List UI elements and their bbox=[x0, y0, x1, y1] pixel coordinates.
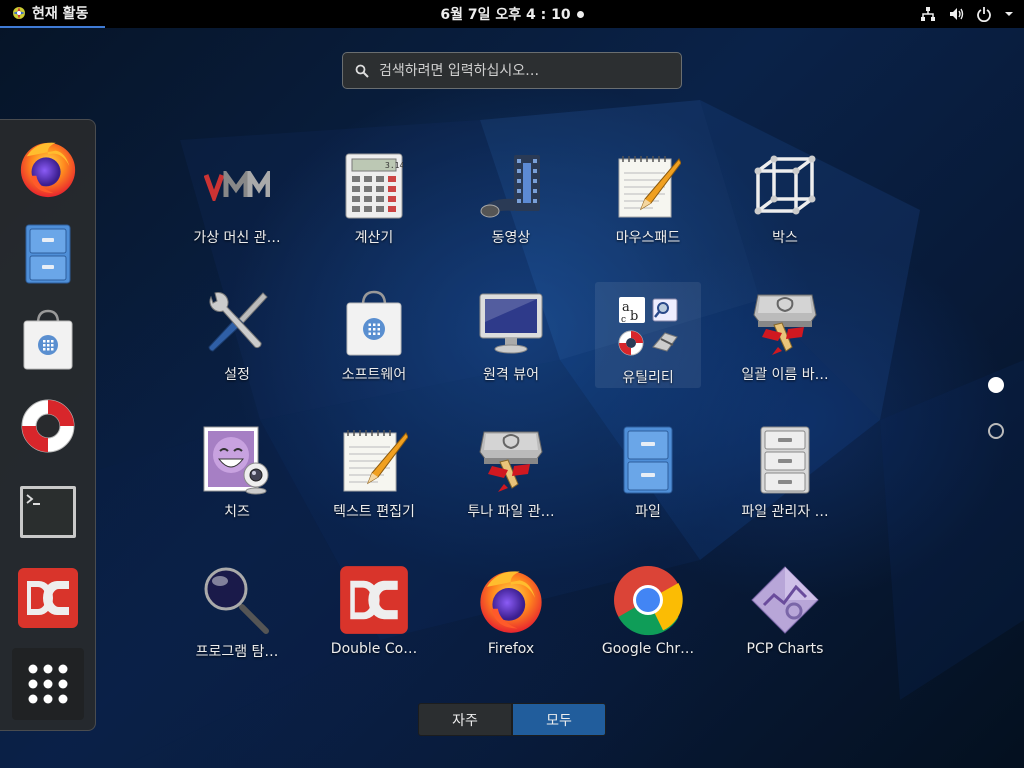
top-bar: 현재 활동 6월 7일 오후 4 : 10 bbox=[0, 0, 1024, 28]
system-tray[interactable] bbox=[920, 0, 1014, 28]
app-text-editor[interactable]: 텍스트 편집기 bbox=[321, 424, 427, 530]
bulk-rename-icon bbox=[753, 294, 817, 355]
app-label: 프로그램 탐… bbox=[195, 644, 279, 660]
app-label: 텍스트 편집기 bbox=[333, 504, 415, 520]
app-thunar[interactable]: 투나 파일 관… bbox=[458, 424, 564, 530]
app-virtual-machine-manager[interactable]: 가상 머신 관… bbox=[184, 150, 290, 256]
terminal-icon bbox=[20, 486, 76, 538]
page-indicator-1[interactable] bbox=[988, 377, 1004, 393]
app-software[interactable]: 소프트웨어 bbox=[321, 287, 427, 393]
app-label: 일괄 이름 바… bbox=[741, 367, 829, 383]
cheese-webcam-icon bbox=[203, 426, 269, 495]
software-bag-icon bbox=[23, 309, 73, 370]
search-box[interactable] bbox=[342, 52, 682, 89]
volume-icon[interactable] bbox=[948, 6, 964, 22]
tab-frequent[interactable]: 자주 bbox=[418, 703, 512, 736]
power-icon[interactable] bbox=[976, 6, 992, 22]
svg-text:b: b bbox=[630, 309, 638, 324]
app-label: PCP Charts bbox=[746, 641, 824, 657]
dash-item-software[interactable] bbox=[12, 304, 84, 376]
firefox-icon bbox=[20, 142, 76, 198]
app-pcp-charts[interactable]: PCP Charts bbox=[732, 564, 838, 670]
app-label: 원격 뷰어 bbox=[483, 367, 539, 383]
wireframe-box-icon bbox=[754, 155, 816, 215]
utilities-folder-icon: a b c bbox=[618, 297, 678, 356]
tools-icon bbox=[208, 292, 268, 352]
firefox-icon bbox=[480, 571, 542, 633]
app-calculator[interactable]: 3.14 계산기 bbox=[321, 150, 427, 256]
app-label: 소프트웨어 bbox=[341, 367, 407, 383]
app-label: Firefox bbox=[487, 641, 535, 657]
app-label: Google Chr… bbox=[601, 641, 695, 657]
search-icon bbox=[355, 64, 369, 78]
dash-item-terminal[interactable] bbox=[12, 476, 84, 548]
notepad-icon bbox=[618, 156, 681, 218]
app-label: 동영상 bbox=[491, 230, 531, 246]
double-commander-icon bbox=[18, 568, 78, 628]
film-icon bbox=[480, 155, 540, 218]
clock: 6월 7일 오후 4 : 10 bbox=[0, 0, 1024, 28]
tab-all[interactable]: 모두 bbox=[512, 703, 606, 736]
chrome-icon bbox=[614, 566, 683, 636]
app-label: Double Co… bbox=[330, 641, 418, 657]
double-commander-icon bbox=[340, 566, 408, 634]
app-program-explorer[interactable]: 프로그램 탐… bbox=[184, 564, 290, 670]
app-label: 가상 머신 관… bbox=[193, 230, 281, 246]
file-cabinet-icon bbox=[623, 426, 673, 494]
app-utilities-folder[interactable]: a b c 유틸리티 bbox=[595, 282, 701, 388]
dash-item-help[interactable] bbox=[12, 390, 84, 462]
dash bbox=[0, 119, 96, 731]
dash-item-firefox[interactable] bbox=[12, 132, 84, 204]
page-indicator-2[interactable] bbox=[988, 423, 1004, 439]
activities-label: 현재 활동 bbox=[32, 6, 89, 22]
app-remote-viewer[interactable]: 원격 뷰어 bbox=[458, 287, 564, 393]
calculator-icon: 3.14 bbox=[345, 153, 403, 219]
app-label: 마우스패드 bbox=[615, 230, 681, 246]
chevron-down-icon[interactable] bbox=[1004, 6, 1014, 22]
thunar-icon bbox=[479, 431, 543, 492]
app-double-commander[interactable]: Double Co… bbox=[321, 564, 427, 670]
file-manager-icon bbox=[760, 426, 810, 494]
app-cheese[interactable]: 치즈 bbox=[184, 424, 290, 530]
app-settings[interactable]: 설정 bbox=[184, 287, 290, 393]
app-firefox[interactable]: Firefox bbox=[458, 564, 564, 670]
vmm-icon bbox=[204, 171, 270, 201]
app-label: 설정 bbox=[224, 367, 250, 383]
magnifier-icon bbox=[204, 567, 269, 634]
clock-text[interactable]: 6월 7일 오후 4 : 10 bbox=[440, 4, 570, 24]
show-applications-button[interactable] bbox=[12, 648, 84, 720]
app-label: 치즈 bbox=[224, 504, 250, 520]
app-mousepad[interactable]: 마우스패드 bbox=[595, 150, 701, 256]
app-label: 박스 bbox=[772, 230, 798, 246]
app-files[interactable]: 파일 bbox=[595, 424, 701, 530]
app-label: 파일 bbox=[635, 504, 661, 520]
activities-button[interactable]: 현재 활동 bbox=[0, 0, 105, 28]
app-label: 투나 파일 관… bbox=[467, 504, 555, 520]
network-icon[interactable] bbox=[920, 6, 936, 22]
lifebuoy-icon bbox=[21, 399, 75, 453]
app-label: 파일 관리자 … bbox=[741, 504, 829, 520]
app-bulk-rename[interactable]: 일괄 이름 바… bbox=[732, 287, 838, 393]
app-videos[interactable]: 동영상 bbox=[458, 150, 564, 256]
app-file-manager[interactable]: 파일 관리자 … bbox=[732, 424, 838, 530]
dash-item-double-commander[interactable] bbox=[12, 562, 84, 634]
app-boxes[interactable]: 박스 bbox=[732, 150, 838, 256]
app-label: 계산기 bbox=[354, 230, 394, 246]
pcp-charts-icon bbox=[751, 566, 819, 634]
app-view-tabs: 자주 모두 bbox=[418, 703, 606, 736]
dash-item-files[interactable] bbox=[12, 218, 84, 290]
monitor-icon bbox=[479, 293, 543, 354]
software-bag-icon bbox=[346, 290, 402, 356]
svg-text:3.14: 3.14 bbox=[385, 161, 403, 170]
search-input[interactable] bbox=[379, 62, 669, 79]
app-google-chrome[interactable]: Google Chr… bbox=[595, 564, 701, 670]
distro-logo-icon bbox=[13, 7, 25, 19]
svg-text:c: c bbox=[621, 315, 626, 325]
app-label: 유틸리티 bbox=[622, 370, 674, 386]
text-editor-icon bbox=[343, 430, 408, 492]
app-grid-icon bbox=[28, 664, 68, 704]
file-cabinet-icon bbox=[25, 224, 71, 284]
notification-dot-icon bbox=[576, 10, 584, 18]
svg-text:a: a bbox=[622, 300, 630, 315]
